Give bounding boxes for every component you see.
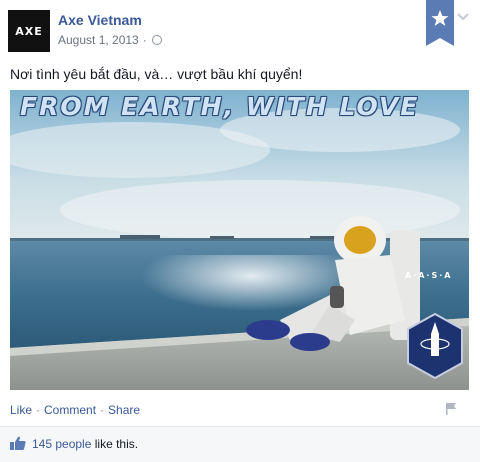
post-date[interactable]: August 1, 2013: [58, 33, 139, 47]
meta-separator: ·: [142, 33, 147, 47]
page-name-link[interactable]: Axe Vietnam: [58, 12, 142, 28]
thumbs-up-icon: [10, 436, 26, 450]
aasa-badge-text: A·A·S·A: [405, 271, 453, 280]
likes-summary: 145 people like this.: [32, 437, 138, 451]
post-photo[interactable]: [10, 90, 469, 390]
post-message: Nơi tình yêu bắt đầu, và… vượt bầu khí q…: [10, 66, 303, 82]
photo-scene: [10, 90, 469, 390]
likes-bar: 145 people like this.: [0, 426, 480, 462]
action-dot: ·: [36, 403, 41, 417]
photo-caption: FROM EARTH, WITH LOVE: [20, 92, 420, 121]
like-link[interactable]: Like: [10, 403, 32, 417]
comment-link[interactable]: Comment: [44, 403, 96, 417]
post-meta: August 1, 2013 ·: [58, 33, 162, 47]
chevron-down-icon[interactable]: [457, 12, 469, 22]
post-actions: Like · Comment · Share: [10, 403, 140, 417]
globe-icon[interactable]: [151, 35, 162, 45]
facebook-post: AXE Axe Vietnam August 1, 2013 · Nơi tìn…: [0, 0, 480, 462]
likes-count-link[interactable]: 145 people: [32, 437, 91, 451]
aasa-badge: [407, 312, 463, 380]
avatar-logo-text: AXE: [15, 24, 43, 38]
likes-suffix: like this.: [94, 437, 139, 451]
share-link[interactable]: Share: [108, 403, 140, 417]
flag-icon[interactable]: [445, 402, 457, 415]
page-avatar[interactable]: AXE: [8, 10, 50, 52]
star-icon[interactable]: [426, 0, 454, 46]
action-dot: ·: [100, 403, 105, 417]
